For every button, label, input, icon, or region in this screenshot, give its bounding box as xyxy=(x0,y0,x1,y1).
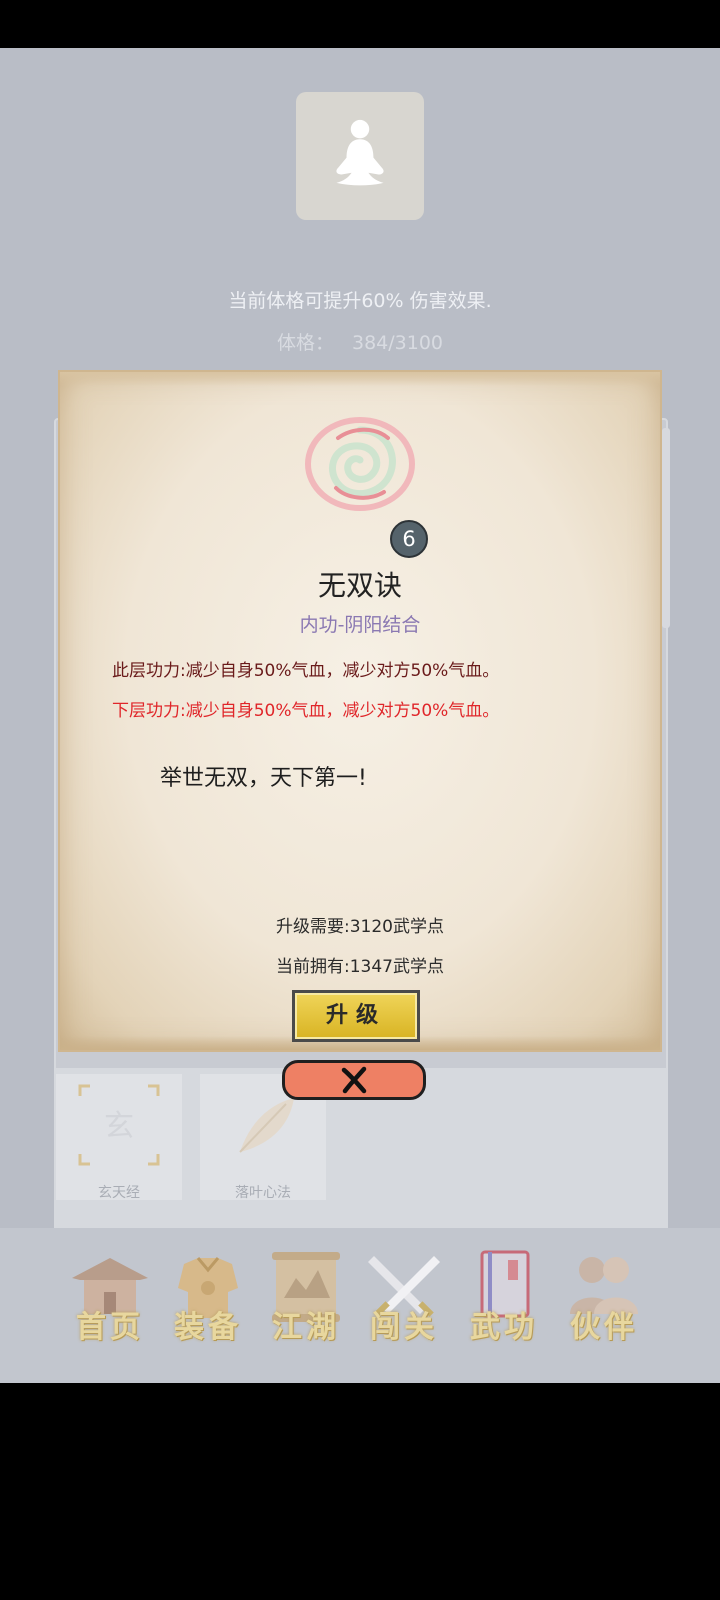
skill-quote: 举世无双，天下第一! xyxy=(160,766,367,791)
parchment-edge xyxy=(60,372,660,386)
tab-home[interactable]: 首页 xyxy=(62,1248,158,1358)
physique-value: 384/3100 xyxy=(351,332,444,354)
skill-type: 内功-阴阳结合 xyxy=(299,614,421,636)
tab-label: 装备 xyxy=(174,1310,242,1345)
tab-companions[interactable]: 伙伴 xyxy=(556,1248,652,1358)
scrollbar[interactable] xyxy=(662,428,670,628)
upgrade-requirement: 升级需要:3120武学点 xyxy=(276,917,444,937)
tab-label: 首页 xyxy=(76,1310,144,1345)
system-nav-area xyxy=(0,1383,720,1600)
tab-label: 武功 xyxy=(470,1310,538,1345)
meditation-avatar[interactable] xyxy=(296,92,424,220)
tab-label: 江湖 xyxy=(272,1310,340,1345)
tab-label: 伙伴 xyxy=(570,1310,638,1345)
upgrade-button[interactable]: 升级 xyxy=(292,990,420,1042)
current-points: 当前拥有:1347武学点 xyxy=(276,957,444,977)
tab-martial-arts[interactable]: 武功 xyxy=(456,1248,552,1358)
skill-name: 无双诀 xyxy=(317,569,402,602)
svg-text:玄: 玄 xyxy=(104,1109,134,1144)
skill-tile-label: 落叶心法 xyxy=(235,1185,291,1201)
physique-label: 体格： xyxy=(276,332,334,354)
status-bar xyxy=(0,0,720,48)
next-layer-effect: 下层功力:减少自身50%气血，减少对方50%气血。 xyxy=(112,701,500,721)
close-button[interactable] xyxy=(282,1060,426,1100)
swirl-skill-icon xyxy=(305,417,415,511)
tab-jianghu[interactable]: 江湖 xyxy=(258,1248,354,1358)
close-x-icon xyxy=(341,1066,367,1094)
tab-challenge[interactable]: 闯关 xyxy=(356,1248,452,1358)
tab-label: 闯关 xyxy=(370,1310,438,1345)
bottom-tab-bar: 首页 装备 江湖 闯关 武功 伙伴 xyxy=(0,1228,720,1383)
skill-tile[interactable]: 玄 玄天经 xyxy=(56,1074,182,1201)
app-screen: 当前体格可提升60% 伤害效果. 体格： 384/3100 玄 玄天经 落叶心法 … xyxy=(0,48,720,1383)
current-layer-effect: 此层功力:减少自身50%气血，减少对方50%气血。 xyxy=(112,661,500,681)
physique-stat: 体格： 384/3100 xyxy=(0,328,720,355)
skill-detail-dialog: 6 无双诀 内功-阴阳结合 此层功力:减少自身50%气血，减少对方50%气血。 … xyxy=(58,370,662,1052)
level-badge: 6 xyxy=(390,520,428,558)
meditation-icon xyxy=(336,119,384,186)
skill-tile-label: 玄天经 xyxy=(98,1185,140,1201)
xuan-scroll-icon: 玄 xyxy=(78,1084,160,1166)
tab-equipment[interactable]: 装备 xyxy=(160,1248,256,1358)
bonus-text: 当前体格可提升60% 伤害效果. xyxy=(228,290,492,312)
